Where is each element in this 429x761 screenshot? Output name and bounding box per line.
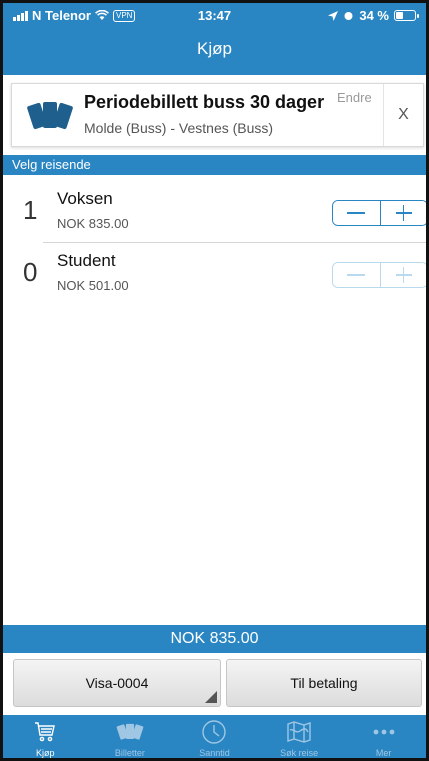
- edit-ticket-button[interactable]: Endre: [337, 90, 372, 105]
- ticket-title: Periodebillett buss 30 dager: [84, 92, 325, 112]
- checkout-button[interactable]: Til betaling: [226, 659, 422, 707]
- cart-icon: [35, 722, 56, 742]
- plus-icon: [395, 267, 412, 283]
- increase-button[interactable]: [380, 201, 426, 225]
- battery-icon: [394, 10, 419, 21]
- payment-card-label: Visa-0004: [85, 675, 149, 691]
- traveller-type: Student: [57, 251, 116, 270]
- tab-label: Søk reise: [280, 748, 319, 758]
- tab-label: Sanntid: [199, 748, 230, 758]
- tab-sanntid[interactable]: Sanntid: [172, 715, 257, 758]
- tickets-icon: [116, 723, 144, 740]
- battery-percent: 34 %: [359, 8, 389, 23]
- traveller-row-student: 0 Student NOK 501.00: [3, 243, 426, 305]
- close-icon: X: [398, 106, 409, 123]
- map-icon: [287, 721, 311, 743]
- tab-label: Kjøp: [36, 748, 55, 758]
- dropdown-corner-icon: [205, 691, 217, 703]
- tab-label: Mer: [375, 748, 392, 758]
- traveller-row-adult: 1 Voksen NOK 835.00: [3, 181, 426, 243]
- traveller-type: Voksen: [57, 189, 113, 208]
- tab-bar: Kjøp Billetter Sanntid Søk reise Mer: [3, 715, 426, 758]
- clock-icon: [202, 720, 227, 744]
- app-screen: N Telenor VPN 13:47 34 % Kjøp Periodebil…: [0, 0, 429, 761]
- action-bar: Visa-0004 Til betaling: [3, 659, 426, 709]
- status-right: 34 %: [328, 8, 419, 23]
- increase-button[interactable]: [380, 263, 426, 287]
- page-title: Kjøp: [197, 39, 232, 58]
- plus-icon: [395, 205, 412, 221]
- tab-label: Billetter: [114, 748, 145, 758]
- minus-icon: [347, 212, 366, 214]
- alarm-icon: [344, 12, 353, 20]
- decrease-button[interactable]: [333, 263, 381, 287]
- location-arrow-icon: [328, 10, 339, 21]
- tab-mer[interactable]: Mer: [341, 715, 426, 758]
- tickets-icon: [27, 102, 73, 130]
- checkout-label: Til betaling: [290, 675, 358, 691]
- total-price: NOK 835.00: [3, 625, 426, 653]
- minus-icon: [347, 274, 366, 276]
- remove-ticket-button[interactable]: X: [383, 84, 423, 146]
- payment-card-button[interactable]: Visa-0004: [13, 659, 221, 707]
- status-bar: N Telenor VPN 13:47 34 %: [3, 3, 426, 29]
- ticket-route: Molde (Buss) - Vestnes (Buss): [84, 120, 274, 136]
- selected-ticket-card[interactable]: Periodebillett buss 30 dager Molde (Buss…: [11, 83, 424, 147]
- section-header-travellers: Velg reisende: [3, 155, 426, 175]
- tab-sok-reise[interactable]: Søk reise: [257, 715, 342, 758]
- traveller-price: NOK 501.00: [57, 278, 129, 293]
- quantity-stepper: [332, 262, 426, 288]
- tab-kjop[interactable]: Kjøp: [3, 715, 88, 758]
- top-bar: N Telenor VPN 13:47 34 % Kjøp: [3, 3, 426, 75]
- more-icon: [373, 729, 395, 735]
- tab-billetter[interactable]: Billetter: [88, 715, 173, 758]
- traveller-price: NOK 835.00: [57, 216, 129, 231]
- traveller-count: 0: [23, 257, 38, 287]
- quantity-stepper: [332, 200, 426, 226]
- decrease-button[interactable]: [333, 201, 381, 225]
- traveller-count: 1: [23, 195, 38, 225]
